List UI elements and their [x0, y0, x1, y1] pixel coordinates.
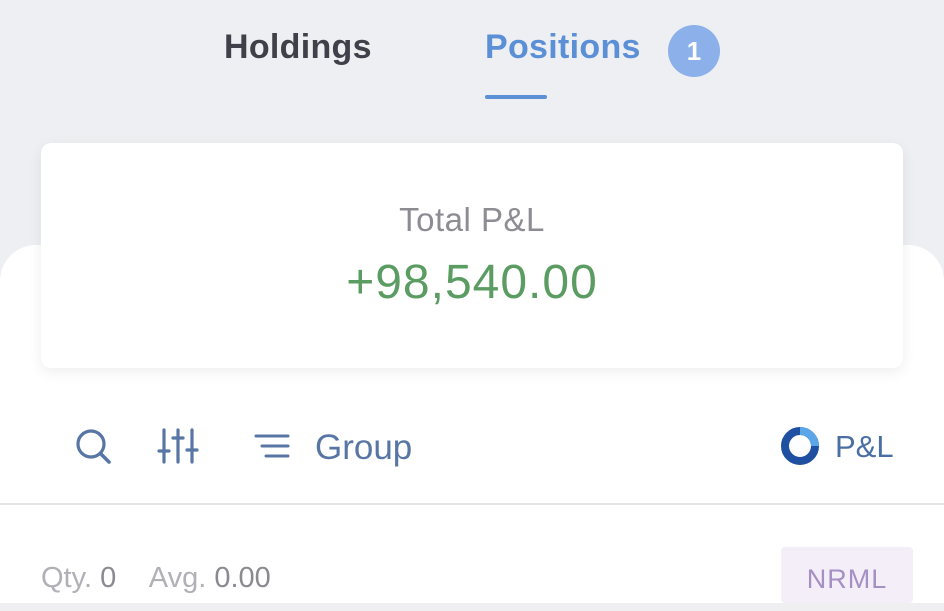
- portfolio-tabs: Holdings Positions 1: [0, 0, 944, 110]
- total-pnl-label: Total P&L: [399, 201, 545, 238]
- product-type-badge: NRML: [781, 547, 913, 603]
- pnl-toggle-label[interactable]: P&L: [835, 429, 894, 465]
- qty-value: 0: [100, 562, 117, 594]
- group-button[interactable]: Group: [315, 428, 412, 468]
- qty-label: Qty.: [41, 562, 93, 594]
- group-list-icon[interactable]: [252, 426, 296, 466]
- avg-value: 0.00: [214, 562, 271, 594]
- search-icon[interactable]: [72, 426, 116, 466]
- avg-label: Avg.: [148, 562, 207, 594]
- filter-sliders-icon[interactable]: [156, 426, 200, 466]
- total-pnl-card: Total P&L +98,540.00: [41, 143, 903, 368]
- position-row-meta: Qty. 0 Avg. 0.00: [41, 562, 271, 595]
- positions-toolbar: Group P&L: [0, 410, 944, 482]
- total-pnl-value: +98,540.00: [346, 256, 598, 309]
- tab-positions[interactable]: Positions: [485, 28, 641, 67]
- toolbar-divider: [0, 503, 944, 505]
- pnl-toggle-icon[interactable]: [778, 426, 822, 466]
- tab-holdings[interactable]: Holdings: [224, 28, 372, 67]
- active-tab-indicator: [485, 95, 547, 99]
- positions-count-badge: 1: [668, 25, 720, 77]
